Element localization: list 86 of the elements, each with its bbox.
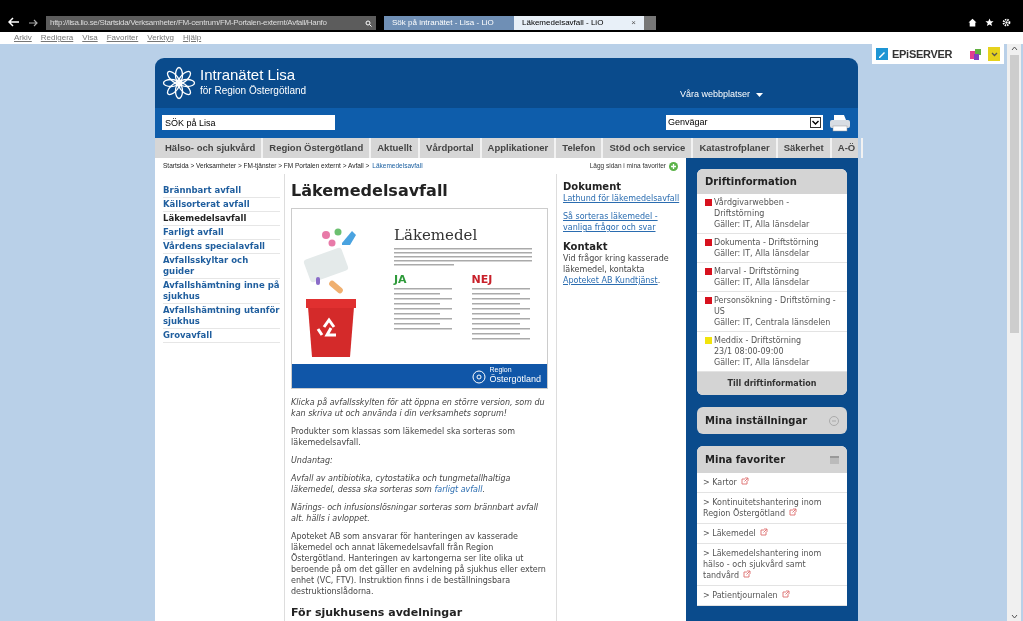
settings-icon[interactable]: [1002, 18, 1011, 27]
address-text: http://lisa.lio.se/Startsida/Verksamheter/FM-centrum/FM-Portalen-externt/Avfall/Hanfo: [50, 17, 328, 29]
forward-arrow-icon[interactable]: [28, 19, 38, 27]
shortcuts-select[interactable]: Genvägar: [666, 115, 823, 130]
external-link-icon: [759, 528, 768, 536]
dropdown-toggle[interactable]: [988, 47, 1000, 61]
menu-item[interactable]: Favoriter: [106, 33, 139, 43]
incident-time: 23/1 08:00-09:00: [714, 346, 785, 357]
menu-item[interactable]: Redigera: [40, 33, 74, 43]
panel-title: Mina inställningar: [705, 415, 809, 426]
document-link[interactable]: Så sorteras läkemedel - vanliga frågor och svar: [563, 211, 680, 233]
incident-title[interactable]: Marval - Driftstörning: [714, 266, 810, 277]
side-menu-item[interactable]: Farligt avfall: [163, 226, 280, 240]
external-link-icon: [781, 590, 790, 598]
printer-icon[interactable]: [829, 112, 851, 133]
menu-item[interactable]: Hjälp: [182, 33, 202, 43]
chevron-down-icon: [990, 51, 998, 57]
incident-scope: Gäller: IT, Alla länsdelar: [714, 357, 810, 368]
panel-title: Mina favoriter: [705, 454, 787, 465]
star-icon[interactable]: [985, 18, 994, 27]
documents-heading: Dokument: [563, 180, 623, 193]
plus-circle-icon[interactable]: [669, 161, 678, 171]
drift-info-button[interactable]: Till driftinformation: [697, 372, 847, 395]
side-menu-item[interactable]: Grovavfall: [163, 329, 280, 343]
chevron-down-icon: [810, 117, 821, 128]
search-icon[interactable]: [365, 19, 372, 27]
incident-scope: Gäller: IT, Centrala länsdelen: [714, 317, 832, 328]
article-paragraph: Produkter som klassas som läkemedel ska sorteras som läkemedelsavfall.: [291, 426, 516, 448]
article-paragraph: Klicka på avfallsskylten för att öppna en större version, som du kan skriva ut och använda i din verksamhets soprum!: [291, 397, 546, 419]
incident-title[interactable]: Meddix - Driftstörning: [714, 335, 810, 346]
settings-panel[interactable]: Mina inställningar: [697, 407, 847, 434]
side-menu-item[interactable]: Avfallsskyltar och guider: [163, 254, 280, 279]
favorite-link[interactable]: > Patientjournalen: [697, 586, 847, 606]
back-arrow-icon[interactable]: [8, 17, 20, 27]
site-title[interactable]: Intranätet Lisa: [200, 66, 307, 84]
incident-title[interactable]: Vårdgivarwebben - Driftstörning: [714, 197, 839, 219]
poster-heading: Läkemedel: [394, 227, 479, 244]
caret-icon: [756, 92, 763, 97]
side-menu-item[interactable]: Vårdens specialavfall: [163, 240, 280, 254]
scroll-thumb[interactable]: [1009, 55, 1019, 333]
browser-tab[interactable]: Läkemedelsavfall - LiO ×: [514, 16, 644, 30]
external-link-icon: [743, 570, 752, 578]
article-paragraph: Avfall av antibiotika, cytostatika och tungmetallhaltiga läkemedel, dessa ska sorteras som farligt avfall.: [291, 473, 512, 495]
incident-scope: Gäller: IT, Alla länsdelar: [714, 277, 810, 288]
side-menu-item[interactable]: Brännbart avfall: [163, 184, 280, 198]
incident-scope: Gäller: IT, Alla länsdelar: [714, 248, 811, 259]
contact-text: Vid frågor kring kasserade läkemedel, kontakta Apoteket AB Kundtjänst.: [563, 253, 670, 286]
favorite-link[interactable]: > Läkemedel: [697, 524, 847, 544]
incident-title[interactable]: Personsökning - Driftstörning - US: [714, 295, 839, 317]
article-paragraph: Närings- och infusionslösningar sorteras som brännbart avfall alt. hälls i avloppet.: [291, 502, 540, 524]
menu-item[interactable]: Verktyg: [147, 33, 174, 43]
contact-link[interactable]: Apoteket AB Kundtjänst: [563, 276, 658, 285]
favorite-link[interactable]: > Kartor: [697, 473, 847, 493]
colorful-blocks-icon[interactable]: [968, 47, 984, 61]
site-subtitle: för Region Östergötland: [200, 84, 307, 97]
panel-title: Driftinformation: [705, 176, 797, 187]
pen-logo-icon: [876, 48, 888, 60]
menu-item[interactable]: Visa: [82, 33, 98, 43]
side-menu-item[interactable]: Avfallshämtning utanför sjukhus: [163, 304, 280, 329]
side-menu-item[interactable]: Avfallshämtning inne på sjukhus: [163, 279, 280, 304]
document-link[interactable]: Lathund för läkemedelsavfall: [563, 193, 680, 204]
article-paragraph: Undantag:: [291, 455, 334, 466]
incident-title[interactable]: Dokumenta - Driftstörning: [714, 237, 819, 248]
favorite-link[interactable]: > Läkemedelshantering inom hälso - och sjukvård samt tandvård: [697, 544, 847, 586]
favorite-link[interactable]: > Kontinuitetshantering inom Region Östergötland: [697, 493, 847, 524]
incident-scope: Gäller: IT, Alla länsdelar: [714, 219, 811, 230]
side-menu-item[interactable]: Källsorterat avfall: [163, 198, 280, 212]
external-link-icon: [789, 508, 797, 516]
brand-name: Östergötland: [489, 374, 541, 384]
search-field[interactable]: SÖK på Lisa: [162, 115, 335, 130]
flower-logo-icon[interactable]: [162, 66, 196, 100]
home-icon[interactable]: [968, 18, 977, 27]
flower-logo-icon: [472, 370, 487, 384]
yes-heading: JA: [394, 274, 408, 286]
address-bar[interactable]: http://lisa.lio.se/Startsida/Verksamheter/FM-centrum/FM-Portalen-externt/Avfall/Hanfo: [46, 16, 376, 30]
no-heading: NEJ: [471, 274, 494, 286]
external-link-icon: [740, 477, 749, 485]
episerver-logo[interactable]: EPiSERVER: [892, 45, 953, 63]
article-paragraph: Apoteket AB som ansvarar för hanteringen av kasserade läkemedel och annat läkemedelsavfall från Region Östergötland. Hanteringen av kartongerna ser lite olika ut beroende på om det gäller en avdelning på sjukhus eller extern enhet (VC, FTV). Instruktion finns i de beställningsbara destruktionslådorna.: [291, 531, 547, 597]
section-heading: För sjukhusens avdelningar: [291, 606, 464, 619]
side-menu-item[interactable]: Läkemedelsavfall: [163, 212, 280, 226]
scrollbar[interactable]: [1007, 44, 1021, 621]
menu-item[interactable]: Arkiv: [14, 33, 32, 43]
article-title: Läkemedelsavfall: [291, 181, 449, 201]
contact-heading: Kontakt: [563, 240, 609, 253]
websites-dropdown[interactable]: Våra webbplatser: [679, 88, 763, 102]
